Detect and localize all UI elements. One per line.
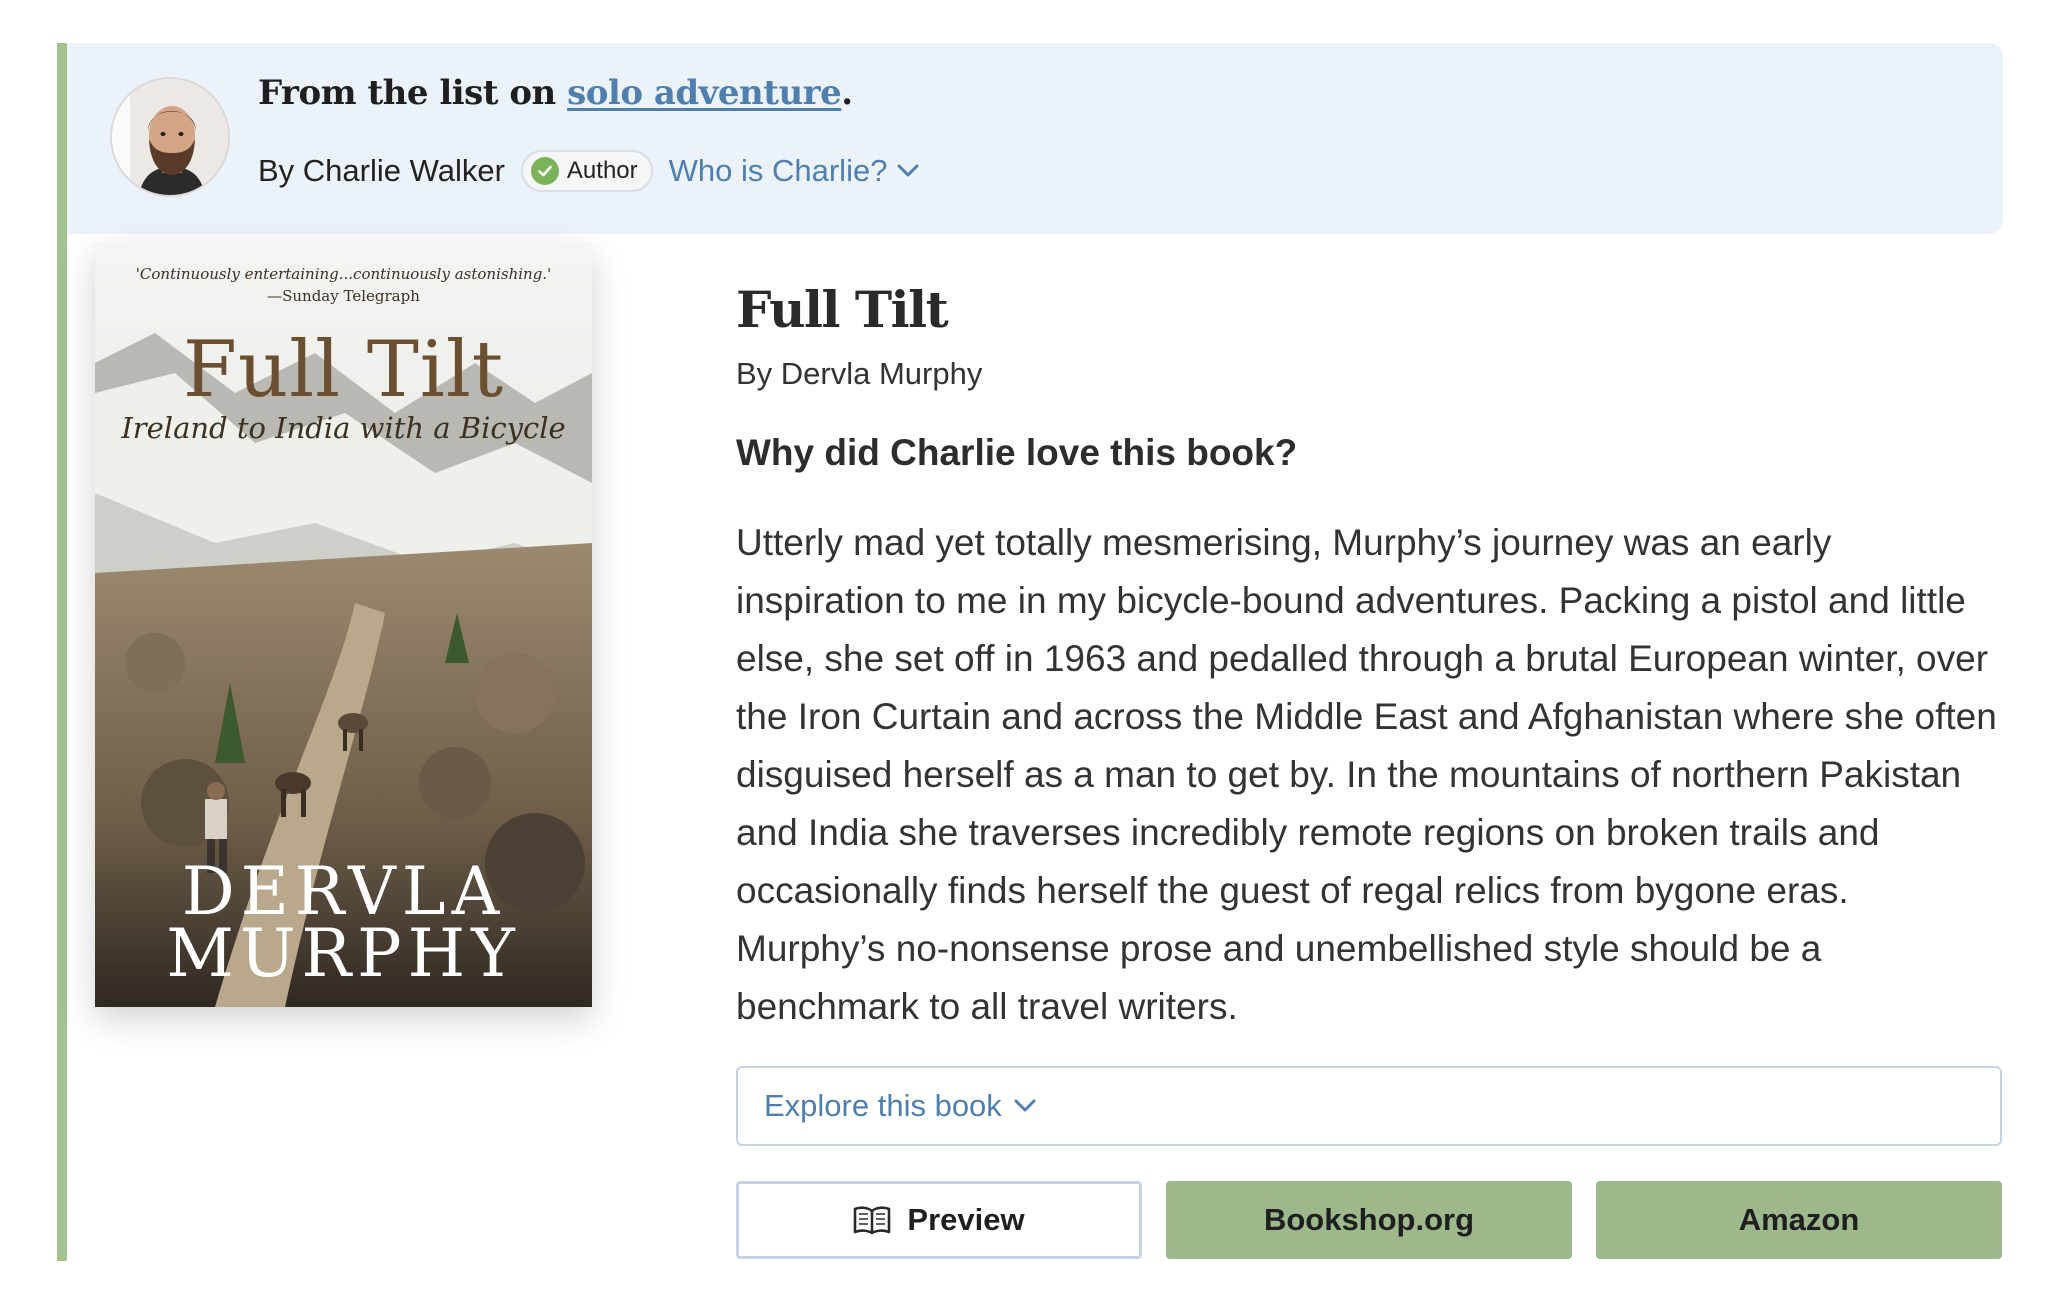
cover-author-last: MURPHY (166, 915, 521, 992)
amazon-label: Amazon (1738, 1202, 1860, 1237)
cover-title: Full Tilt (182, 325, 505, 415)
author-badge-label: Author (566, 157, 638, 184)
list-link[interactable]: solo adventure (567, 73, 842, 113)
book-title[interactable]: Full Tilt (736, 280, 949, 339)
bookshop-button[interactable]: Bookshop.org (1166, 1181, 1572, 1259)
why-heading: Why did Charlie love this book? (736, 432, 1298, 473)
cover-subtitle: Ireland to India with a Bicycle (121, 411, 566, 445)
list-prefix: From the list on (258, 73, 568, 113)
avatar[interactable] (110, 77, 230, 197)
explore-book-label: Explore this book (764, 1088, 1002, 1123)
chevron-down-icon (897, 164, 919, 177)
cover-quote-source: —Sunday Telegraph (267, 287, 420, 305)
list-header: From the list on solo adventure. By Char… (67, 43, 2003, 234)
author-badge: Author (520, 150, 653, 192)
accent-bar (57, 43, 67, 1261)
explore-book-toggle[interactable]: Explore this book (736, 1066, 2002, 1146)
bookshop-label: Bookshop.org (1263, 1202, 1475, 1237)
byline-row: By Charlie Walker Author Who is Charlie? (258, 149, 919, 193)
list-suffix: . (841, 73, 853, 113)
cover-quote: 'Continuously entertaining...continuousl… (135, 265, 552, 283)
amazon-button[interactable]: Amazon (1596, 1181, 2002, 1259)
curator-byline: By Charlie Walker (258, 153, 505, 188)
who-is-curator-label: Who is Charlie? (668, 153, 888, 188)
book-open-icon (854, 1206, 891, 1235)
chevron-down-icon (1014, 1099, 1036, 1112)
preview-label: Preview (907, 1202, 1025, 1237)
preview-button[interactable]: Preview (736, 1181, 1142, 1259)
book-cover[interactable]: 'Continuously entertaining...continuousl… (95, 243, 592, 1007)
review-text: Utterly mad yet totally mesmerising, Mur… (736, 522, 1997, 1027)
list-source: From the list on solo adventure. (258, 73, 853, 113)
who-is-curator-toggle[interactable]: Who is Charlie? (669, 153, 920, 189)
book-author: By Dervla Murphy (736, 356, 983, 391)
check-icon (530, 157, 559, 185)
